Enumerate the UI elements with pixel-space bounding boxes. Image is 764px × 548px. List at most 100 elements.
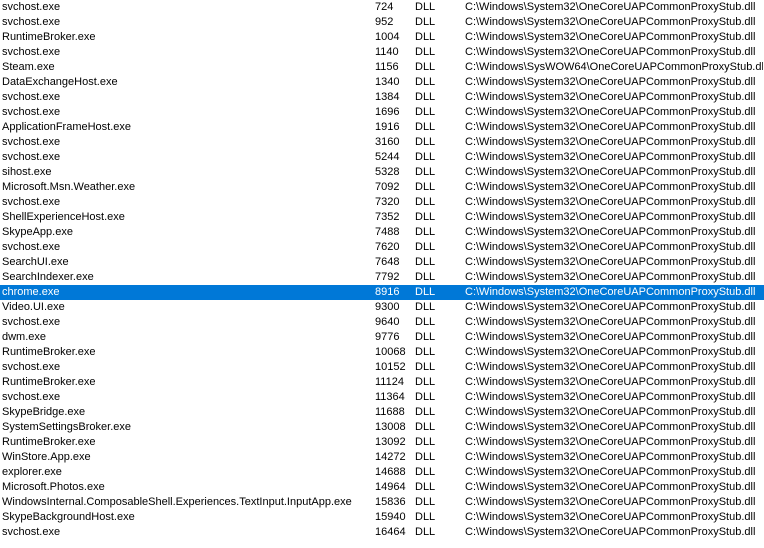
process-name-cell: svchost.exe — [2, 91, 61, 103]
table-row[interactable]: SearchUI.exe 7648 DLL C:\Windows\System32\O… — [0, 255, 764, 270]
handle-name-cell: C:\Windows\System32\OneCoreUAPCommonProx… — [465, 496, 756, 508]
table-row[interactable]: SystemSettingsBroker.exe 13008 DLL C:\Windo… — [0, 420, 764, 435]
table-row[interactable]: svchost.exe 11364 DLL C:\Windows\System32\O… — [0, 390, 764, 405]
handle-type-cell: DLL — [415, 256, 436, 268]
handle-name-cell: C:\Windows\System32\OneCoreUAPCommonProx… — [465, 91, 756, 103]
process-name-cell: svchost.exe — [2, 106, 61, 118]
handle-type-cell: DLL — [415, 136, 436, 148]
table-row[interactable]: Video.UI.exe 9300 DLL C:\Windows\System32\O… — [0, 300, 764, 315]
search-results-list[interactable]: svchost.exe 724 DLL C:\Windows\System32\One… — [0, 0, 764, 548]
table-row[interactable]: SearchIndexer.exe 7792 DLL C:\Windows\Syste… — [0, 270, 764, 285]
handle-name-cell: C:\Windows\System32\OneCoreUAPCommonProx… — [465, 421, 756, 433]
pid-cell: 8916 — [375, 286, 400, 298]
pid-cell: 9776 — [375, 331, 400, 343]
handle-name-cell: C:\Windows\System32\OneCoreUAPCommonProx… — [465, 406, 756, 418]
process-name-cell: svchost.exe — [2, 1, 61, 13]
table-row[interactable]: ApplicationFrameHost.exe 1916 DLL C:\Window… — [0, 120, 764, 135]
process-name-cell: sihost.exe — [2, 166, 52, 178]
table-row[interactable]: RuntimeBroker.exe 13092 DLL C:\Windows\Syst… — [0, 435, 764, 450]
handle-name-cell: C:\Windows\System32\OneCoreUAPCommonProx… — [465, 181, 756, 193]
process-name-cell: RuntimeBroker.exe — [2, 346, 96, 358]
table-row[interactable]: Microsoft.Msn.Weather.exe 7092 DLL C:\Windo… — [0, 180, 764, 195]
process-name-cell: Microsoft.Msn.Weather.exe — [2, 181, 136, 193]
table-row[interactable]: Microsoft.Photos.exe 14964 DLL C:\Windows\S… — [0, 480, 764, 495]
table-row[interactable]: dwm.exe 9776 DLL C:\Windows\System32\OneCor… — [0, 330, 764, 345]
handle-type-cell: DLL — [415, 511, 436, 523]
pid-cell: 7352 — [375, 211, 400, 223]
table-row[interactable]: sihost.exe 5328 DLL C:\Windows\System32\One… — [0, 165, 764, 180]
handle-type-cell: DLL — [415, 376, 436, 388]
handle-type-cell: DLL — [415, 181, 436, 193]
table-row[interactable]: DataExchangeHost.exe 1340 DLL C:\Windows\Sy… — [0, 75, 764, 90]
table-row[interactable]: explorer.exe 14688 DLL C:\Windows\System32\… — [0, 465, 764, 480]
process-name-cell: svchost.exe — [2, 151, 61, 163]
handle-name-cell: C:\Windows\System32\OneCoreUAPCommonProx… — [465, 76, 756, 88]
table-row-selected[interactable]: chrome.exe 8916 DLL C:\Windows\System32\One… — [0, 285, 764, 300]
table-row[interactable]: WindowsInternal.ComposableShell.Experien… — [0, 495, 764, 510]
handle-name-cell: C:\Windows\System32\OneCoreUAPCommonProx… — [465, 151, 756, 163]
table-row[interactable]: svchost.exe 16464 DLL C:\Windows\System32\O… — [0, 525, 764, 540]
process-name-cell: DataExchangeHost.exe — [2, 76, 118, 88]
handle-type-cell: DLL — [415, 331, 436, 343]
handle-name-cell: C:\Windows\System32\OneCoreUAPCommonProx… — [465, 271, 756, 283]
table-row[interactable]: RuntimeBroker.exe 1004 DLL C:\Windows\Syste… — [0, 30, 764, 45]
pid-cell: 1340 — [375, 76, 400, 88]
handle-type-cell: DLL — [415, 301, 436, 313]
table-row[interactable]: svchost.exe 724 DLL C:\Windows\System32\One… — [0, 0, 764, 15]
table-row[interactable]: SkypeApp.exe 7488 DLL C:\Windows\System32\O… — [0, 225, 764, 240]
table-row[interactable]: SkypeBridge.exe 11688 DLL C:\Windows\System… — [0, 405, 764, 420]
handle-type-cell: DLL — [415, 46, 436, 58]
table-row[interactable]: ShellExperienceHost.exe 7352 DLL C:\Windows… — [0, 210, 764, 225]
handle-type-cell: DLL — [415, 496, 436, 508]
pid-cell: 14688 — [375, 466, 406, 478]
handle-name-cell: C:\Windows\System32\OneCoreUAPCommonProx… — [465, 331, 756, 343]
process-name-cell: SkypeApp.exe — [2, 226, 73, 238]
table-row[interactable]: WinStore.App.exe 14272 DLL C:\Windows\Syste… — [0, 450, 764, 465]
handle-type-cell: DLL — [415, 16, 436, 28]
process-name-cell: chrome.exe — [2, 286, 60, 298]
table-row[interactable]: RuntimeBroker.exe 11124 DLL C:\Windows\Syst… — [0, 375, 764, 390]
table-row[interactable]: Steam.exe 1156 DLL C:\Windows\SysWOW64\OneC… — [0, 60, 764, 75]
process-name-cell: SearchUI.exe — [2, 256, 69, 268]
table-row[interactable]: svchost.exe 1696 DLL C:\Windows\System32\On… — [0, 105, 764, 120]
process-name-cell: SearchIndexer.exe — [2, 271, 94, 283]
table-row[interactable]: svchost.exe 1384 DLL C:\Windows\System32\On… — [0, 90, 764, 105]
handle-name-cell: C:\Windows\System32\OneCoreUAPCommonProx… — [465, 301, 756, 313]
table-row[interactable]: svchost.exe 9640 DLL C:\Windows\System32\On… — [0, 315, 764, 330]
handle-name-cell: C:\Windows\System32\OneCoreUAPCommonProx… — [465, 346, 756, 358]
handle-type-cell: DLL — [415, 31, 436, 43]
pid-cell: 7792 — [375, 271, 400, 283]
pid-cell: 16464 — [375, 526, 406, 538]
process-name-cell: svchost.exe — [2, 16, 61, 28]
handle-type-cell: DLL — [415, 166, 436, 178]
pid-cell: 1140 — [375, 46, 399, 58]
pid-cell: 10068 — [375, 346, 406, 358]
pid-cell: 14272 — [375, 451, 406, 463]
pid-cell: 11124 — [375, 376, 404, 388]
table-row[interactable]: svchost.exe 952 DLL C:\Windows\System32\One… — [0, 15, 764, 30]
process-name-cell: Video.UI.exe — [2, 301, 65, 313]
handle-name-cell: C:\Windows\System32\OneCoreUAPCommonProx… — [465, 226, 756, 238]
process-name-cell: Steam.exe — [2, 61, 55, 73]
table-row[interactable]: svchost.exe 3160 DLL C:\Windows\System32\On… — [0, 135, 764, 150]
table-row[interactable]: svchost.exe 5244 DLL C:\Windows\System32\On… — [0, 150, 764, 165]
handle-name-cell: C:\Windows\System32\OneCoreUAPCommonProx… — [465, 436, 756, 448]
process-name-cell: svchost.exe — [2, 526, 61, 538]
process-name-cell: svchost.exe — [2, 361, 61, 373]
pid-cell: 5328 — [375, 166, 400, 178]
table-row[interactable]: svchost.exe 7620 DLL C:\Windows\System32\On… — [0, 240, 764, 255]
handle-type-cell: DLL — [415, 391, 436, 403]
table-row[interactable]: RuntimeBroker.exe 10068 DLL C:\Windows\Syst… — [0, 345, 764, 360]
process-name-cell: SkypeBridge.exe — [2, 406, 86, 418]
table-row[interactable]: svchost.exe 7320 DLL C:\Windows\System32\On… — [0, 195, 764, 210]
table-row[interactable]: svchost.exe 10152 DLL C:\Windows\System32\O… — [0, 360, 764, 375]
pid-cell: 1384 — [375, 91, 400, 103]
handle-type-cell: DLL — [415, 286, 436, 298]
handle-type-cell: DLL — [415, 76, 436, 88]
handle-type-cell: DLL — [415, 151, 436, 163]
table-row[interactable]: svchost.exe 1140 DLL C:\Windows\System32\On… — [0, 45, 764, 60]
process-name-cell: svchost.exe — [2, 241, 61, 253]
process-name-cell: SystemSettingsBroker.exe — [2, 421, 132, 433]
table-row[interactable]: SkypeBackgroundHost.exe 15940 DLL C:\Window… — [0, 510, 764, 525]
pid-cell: 3160 — [375, 136, 400, 148]
